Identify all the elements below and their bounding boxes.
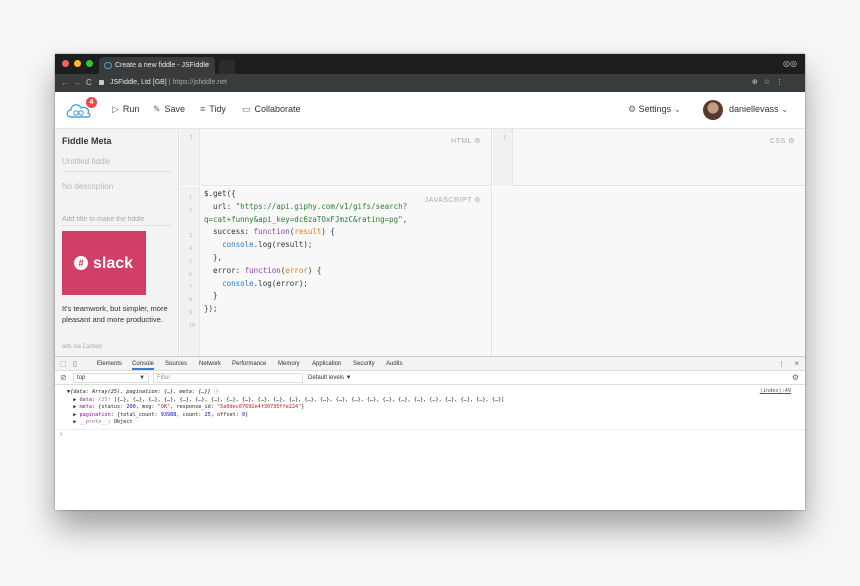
devtools-tab-bar: ⬚ ▯ Elements Console Sources Network Per… (55, 357, 805, 371)
tab-performance[interactable]: Performance (232, 361, 266, 367)
jsfiddle-header: 4 ▷ Run ✎ Save ≡ Tidy ▭ Collaborate ⚙ Settin… (55, 92, 805, 129)
context-selector[interactable]: top ▼ (73, 373, 149, 383)
tidy-button[interactable]: ≡ Tidy (200, 104, 226, 114)
result-panel[interactable] (493, 187, 805, 356)
console-filter-input[interactable]: Filter (153, 373, 303, 383)
gear-icon[interactable]: ⚙ (474, 197, 481, 204)
dropdown-arrow-icon: ▼ (139, 375, 145, 381)
back-icon[interactable]: ← (61, 78, 69, 87)
tab-network[interactable]: Network (199, 361, 221, 367)
maximize-window-button[interactable] (86, 60, 93, 67)
html-panel-label: HTML ⚙ (450, 138, 481, 145)
url-field[interactable]: JSFiddle, Ltd [GB] | https://jsfiddle.ne… (99, 77, 789, 89)
fiddle-title-input[interactable]: Untitled fiddle (62, 157, 172, 172)
tab-audits[interactable]: Audits (386, 361, 403, 367)
minimize-window-button[interactable] (74, 60, 81, 67)
settings-menu[interactable]: ⚙ Settings ⌄ (628, 104, 681, 115)
title-bar: Create a new fiddle - JSFiddle × ◎◎ (55, 54, 805, 74)
console-prompt-icon[interactable]: › (60, 431, 62, 438)
gear-icon: ⚙ (628, 104, 639, 114)
browser-window: Create a new fiddle - JSFiddle × ◎◎ ← → … (55, 54, 805, 510)
ad-text[interactable]: It's teamwork, but simpler, more pleasan… (62, 303, 172, 325)
fiddle-meta-sidebar: Fiddle Meta Untitled fiddle No descripti… (55, 129, 179, 356)
incognito-icon: ◎◎ (783, 59, 797, 68)
gear-icon[interactable]: ⚙ (792, 373, 799, 382)
js-line-numbers: 1 2 3 4 5 6 7 8 9 10 (189, 195, 196, 329)
zoom-star-menu-icons[interactable]: ⊕☆⋮ (752, 77, 789, 89)
svg-text:#: # (78, 259, 84, 270)
save-button[interactable]: ✎ Save (153, 104, 185, 115)
gear-icon[interactable]: ⚙ (474, 138, 481, 145)
line-number: 1 (190, 135, 194, 141)
pencil-icon: ✎ (153, 104, 161, 114)
tab-close-icon[interactable]: × (206, 57, 210, 74)
tab-sources[interactable]: Sources (165, 361, 187, 367)
jsfiddle-favicon-icon (104, 62, 112, 69)
close-window-button[interactable] (62, 60, 69, 67)
sidebar-title: Fiddle Meta (62, 136, 112, 146)
more-menu-icon[interactable]: ⋮ (778, 360, 785, 368)
chat-icon: ▭ (242, 104, 251, 114)
fiddle-description-input[interactable]: No description (62, 182, 172, 196)
ad-via-link[interactable]: ads via Carbon (62, 344, 102, 350)
slack-logo-icon: # slack (74, 255, 133, 272)
tab-security[interactable]: Security (353, 361, 375, 367)
user-menu[interactable]: daniellevass ⌄ (729, 104, 789, 115)
new-tab-button[interactable] (219, 60, 235, 74)
play-icon: ▷ (112, 104, 119, 114)
chevron-down-icon: ⌄ (781, 104, 789, 114)
forward-icon[interactable]: → (73, 78, 81, 87)
console-output[interactable]: ▼{data: Array(25), pagination: {…}, meta… (67, 389, 805, 427)
line-number: 1 (503, 135, 507, 141)
slack-ad-image[interactable]: # slack (62, 231, 146, 295)
notification-badge[interactable]: 4 (86, 97, 97, 108)
css-panel[interactable]: 1 CSS ⚙ (493, 129, 805, 186)
chevron-down-icon: ⌄ (673, 104, 682, 114)
gear-icon[interactable]: ⚙ (788, 138, 795, 145)
slack-wordmark: slack (93, 255, 133, 272)
log-levels-select[interactable]: Default levels ▼ (308, 375, 352, 381)
address-bar: ← → C JSFiddle, Ltd [GB] | https://jsfid… (55, 74, 805, 92)
lock-icon (99, 79, 104, 85)
tab-console[interactable]: Console (132, 361, 155, 370)
devtools-panel: ⬚ ▯ Elements Console Sources Network Per… (55, 356, 805, 510)
site-identity: JSFiddle, Ltd [GB] (109, 79, 167, 86)
clear-console-icon[interactable]: ⊘ (60, 373, 67, 382)
inspect-icon[interactable]: ⬚ (60, 360, 67, 368)
html-panel[interactable]: 1 HTML ⚙ (180, 129, 492, 186)
device-toolbar-icon[interactable]: ▯ (73, 360, 77, 368)
tab-memory[interactable]: Memory (278, 361, 300, 367)
tab-application[interactable]: Application (312, 361, 341, 367)
tab-title: Create a new fiddle - JSFiddle (115, 62, 209, 69)
collaborate-button[interactable]: ▭ Collaborate (242, 104, 301, 115)
browser-tab[interactable]: Create a new fiddle - JSFiddle × (99, 57, 215, 74)
url-text: | https://jsfiddle.net (168, 79, 227, 86)
fiddle-tags-input[interactable]: Add title to make the fiddle (62, 216, 172, 226)
run-button[interactable]: ▷ Run (112, 104, 139, 115)
close-devtools-icon[interactable]: × (794, 359, 799, 368)
avatar[interactable] (703, 100, 723, 120)
javascript-code[interactable]: $.get({ url: "https://api.giphy.com/v1/g… (204, 188, 407, 316)
css-panel-label: CSS ⚙ (769, 138, 795, 145)
tab-elements[interactable]: Elements (97, 361, 122, 367)
reload-icon[interactable]: C (86, 78, 92, 87)
console-toolbar: ⊘ top ▼ Filter Default levels ▼ ⚙ (55, 371, 805, 385)
tidy-lines-icon: ≡ (200, 104, 206, 114)
console-divider (55, 429, 805, 430)
javascript-panel-label: JAVASCRIPT ⚙ (424, 197, 481, 204)
